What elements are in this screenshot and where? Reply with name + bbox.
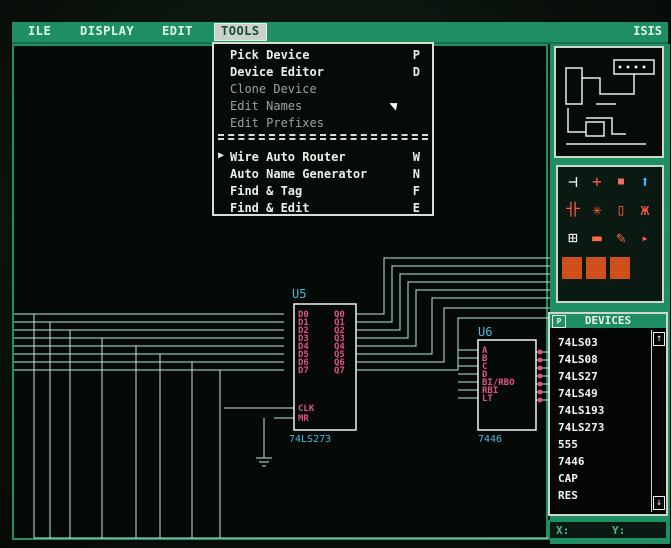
- device-list-item[interactable]: RES: [558, 489, 578, 502]
- toolbox: ⊣ + ■ ⬆ 卝 ✳ ▯ ж ⊞ ▬ ✎ ▸: [556, 165, 664, 303]
- u6-ref: U6: [478, 325, 492, 339]
- menu-item-edit-prefixes[interactable]: Edit Prefixes: [230, 116, 428, 133]
- overview-preview[interactable]: [554, 46, 664, 158]
- shortcut-key: P: [412, 48, 420, 62]
- u5-ref: U5: [292, 287, 306, 301]
- fill-tool-icon[interactable]: [562, 257, 582, 279]
- menu-item-label: Find & Tag: [230, 184, 303, 198]
- pin-tool-icon[interactable]: ✳: [586, 199, 608, 221]
- coordinate-statusbar: X: Y:: [548, 520, 668, 540]
- block-move-tool-icon[interactable]: [610, 257, 630, 279]
- u6-component[interactable]: U6 7446 A B C D BI/RBO RBI LT: [477, 325, 543, 445]
- menu-item-label: Edit Names: [230, 99, 303, 113]
- menu-bar: ILE DISPLAY EDIT TOOLS ISIS: [12, 22, 668, 44]
- menu-item-wire-auto-router[interactable]: ▶ Wire Auto Router W: [218, 150, 428, 167]
- device-list-item[interactable]: 74LS193: [558, 404, 604, 417]
- menu-file[interactable]: ILE: [28, 24, 51, 38]
- scroll-up-icon[interactable]: ↑: [653, 332, 665, 346]
- device-list-item[interactable]: 74LS49: [558, 387, 598, 400]
- screen: ILE DISPLAY EDIT TOOLS ISIS U5 74LS273 D…: [0, 0, 671, 548]
- devices-header: P DEVICES: [550, 314, 666, 328]
- device-list-item[interactable]: CAP: [558, 472, 578, 485]
- overview-thumbnail: [565, 59, 655, 145]
- menu-item-label: Device Editor: [230, 65, 324, 79]
- wires: [14, 257, 550, 539]
- checked-arrow-icon: ▶: [218, 150, 225, 161]
- tools-dropdown: Pick Device P Device Editor D Clone Devi…: [212, 42, 434, 216]
- device-list-item[interactable]: 74LS273: [558, 421, 604, 434]
- devices-scrollbar[interactable]: ↑ ↓: [651, 330, 665, 512]
- menu-item-find-edit[interactable]: Find & Edit E: [230, 201, 428, 218]
- menu-item-find-tag[interactable]: Find & Tag F: [230, 184, 428, 201]
- app-title: ISIS: [633, 24, 662, 38]
- device-list-item[interactable]: 555: [558, 438, 578, 451]
- menu-item-label: Edit Prefixes: [230, 116, 324, 130]
- arrow-up-tool-icon[interactable]: ⬆: [634, 171, 656, 193]
- devices-panel: P DEVICES 74LS03 74LS08 74LS27 74LS49 74…: [548, 312, 668, 516]
- wire-tool-icon[interactable]: ⊣: [562, 171, 584, 193]
- devices-title: DEVICES: [584, 314, 632, 327]
- shortcut-key: N: [412, 167, 420, 181]
- shortcut-key: F: [412, 184, 420, 198]
- block-tool-icon[interactable]: ▬: [586, 227, 608, 249]
- u6-part: 7446: [478, 434, 502, 445]
- menu-tools[interactable]: TOOLS: [214, 23, 267, 41]
- edit-tool-icon[interactable]: ✎: [610, 227, 632, 249]
- u6-pin: LT: [482, 394, 493, 404]
- graphics-tool-icon[interactable]: ⊞: [562, 227, 584, 249]
- pointer-tool-icon[interactable]: ▸: [634, 227, 656, 249]
- menu-display[interactable]: DISPLAY: [80, 24, 134, 38]
- menu-item-label: Find & Edit: [230, 201, 310, 215]
- menu-separator: [218, 134, 428, 140]
- u5-pin: Q7: [334, 366, 345, 376]
- menu-item-clone-device[interactable]: Clone Device: [230, 82, 428, 99]
- device-list-item[interactable]: 74LS27: [558, 370, 598, 383]
- menu-item-pick-device[interactable]: Pick Device P: [230, 48, 428, 65]
- menu-item-device-editor[interactable]: Device Editor D: [230, 65, 428, 82]
- device-list-item[interactable]: 74LS08: [558, 353, 598, 366]
- junction-tool-icon[interactable]: +: [586, 171, 608, 193]
- pick-device-icon[interactable]: P: [552, 315, 566, 328]
- device-list-item[interactable]: 74LS03: [558, 336, 598, 349]
- u5-pin: MR: [298, 414, 309, 424]
- u5-part: 74LS273: [289, 434, 331, 445]
- u5-component[interactable]: U5 74LS273 D0 D1 D2 D3 D4 D5 D6 D7 Q0 Q1…: [289, 287, 357, 445]
- scroll-down-icon[interactable]: ↓: [653, 496, 665, 510]
- menu-item-label: Wire Auto Router: [230, 150, 346, 164]
- block-copy-tool-icon[interactable]: [586, 257, 606, 279]
- y-label: Y:: [612, 524, 626, 537]
- menu-edit[interactable]: EDIT: [162, 24, 193, 38]
- bus-tool-icon[interactable]: 卝: [562, 199, 584, 221]
- marker-tool-icon[interactable]: ж: [634, 199, 656, 221]
- u5-pin: CLK: [298, 404, 315, 414]
- x-label: X:: [556, 524, 570, 537]
- menu-item-label: Pick Device: [230, 48, 310, 62]
- label-tool-icon[interactable]: ■: [610, 171, 632, 193]
- shortcut-key: W: [412, 150, 420, 164]
- u5-pin: D7: [298, 366, 309, 376]
- menu-item-label: Clone Device: [230, 82, 317, 96]
- shortcut-key: E: [412, 201, 420, 215]
- shortcut-key: D: [412, 65, 420, 79]
- menu-item-auto-name-generator[interactable]: Auto Name Generator N: [230, 167, 428, 184]
- menu-item-label: Auto Name Generator: [230, 167, 368, 181]
- device-list-item[interactable]: 7446: [558, 455, 585, 468]
- device-tool-icon[interactable]: ▯: [610, 199, 632, 221]
